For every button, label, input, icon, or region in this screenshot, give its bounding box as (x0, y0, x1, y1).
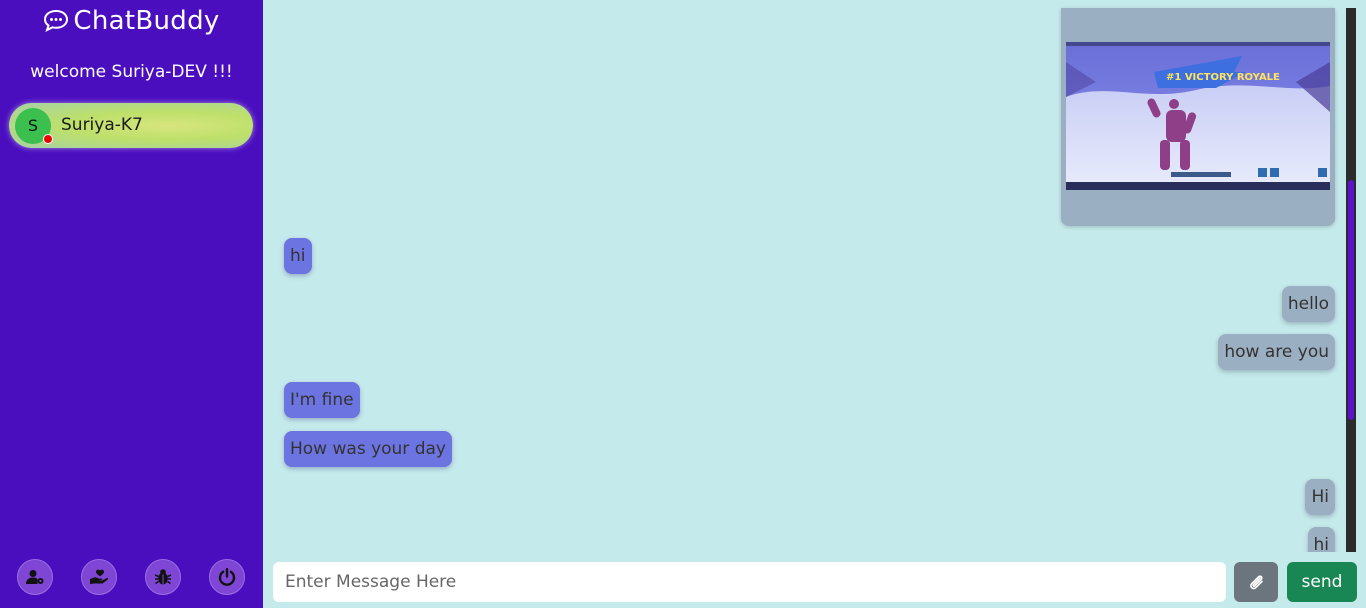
contact-name: Suriya-K7 (61, 115, 143, 135)
message-received: hi (284, 238, 312, 274)
chat-messages[interactable]: #1 VICTORY ROYALE hi hello how are you I… (263, 0, 1346, 552)
message-received: I'm fine (284, 382, 360, 418)
user-settings-icon (26, 570, 44, 584)
chat-bubble-icon (43, 8, 69, 39)
brand-name: ChatBuddy (73, 6, 220, 36)
sidebar: ChatBuddy welcome Suriya-DEV !!! S Suriy… (0, 0, 263, 608)
victory-banner-text: #1 VICTORY ROYALE (1166, 72, 1280, 83)
message-received: How was your day (284, 431, 452, 467)
message-sent: hi (1307, 527, 1335, 552)
profile-settings-button[interactable] (17, 559, 53, 595)
game-screenshot: #1 VICTORY ROYALE (1066, 42, 1330, 190)
status-dot (43, 134, 53, 144)
heart-hand-icon (90, 569, 109, 584)
image-message[interactable]: #1 VICTORY ROYALE (1061, 8, 1335, 226)
bug-icon (154, 569, 172, 585)
attach-button[interactable] (1234, 562, 1278, 602)
contact-item[interactable]: S Suriya-K7 (9, 103, 253, 148)
send-button[interactable]: send (1287, 562, 1357, 602)
chat-scrollbar[interactable] (1346, 8, 1356, 552)
message-sent: Hi (1305, 479, 1335, 515)
power-icon (218, 568, 236, 586)
welcome-text: welcome Suriya-DEV !!! (30, 62, 233, 82)
logout-button[interactable] (209, 559, 245, 595)
message-sent: hello (1281, 286, 1335, 322)
avatar-initial: S (27, 116, 39, 135)
paperclip-icon (1250, 575, 1263, 590)
brand: ChatBuddy (0, 6, 263, 39)
report-bug-button[interactable] (145, 559, 181, 595)
scrollbar-thumb[interactable] (1348, 180, 1354, 420)
message-input[interactable] (273, 562, 1226, 602)
message-sent: how are you (1218, 334, 1335, 370)
support-button[interactable] (81, 559, 117, 595)
avatar: S (15, 108, 53, 144)
